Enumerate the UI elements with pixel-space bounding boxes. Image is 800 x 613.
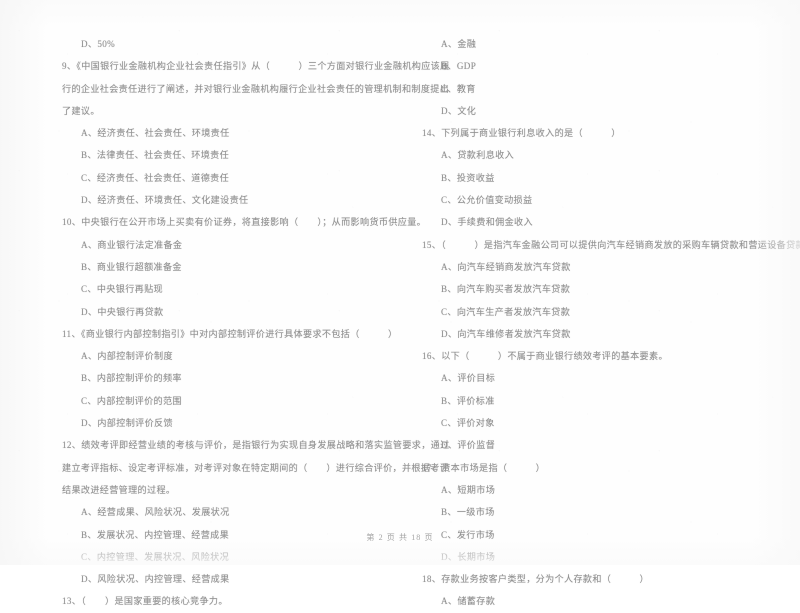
option-item[interactable]: D、手续费和佣金收入	[422, 211, 770, 233]
option-item[interactable]: C、公允价值变动损益	[422, 189, 770, 211]
carryover-option-right[interactable]: A、金融	[422, 33, 770, 55]
question-stem-line: 13、（ ）是国家重要的核心竞争力。	[62, 596, 228, 607]
question-block-14: 14、下列属于商业银行利息收入的是（ ） A、贷款利息收入 B、投资收益 C、公…	[422, 122, 770, 233]
scanned-page: D、50% 9、《中国银行业金融机构企业社会责任指引》从（ ）三个方面对银行业金…	[0, 0, 800, 606]
question-stem-line: 10、中央银行在公开市场上买卖有价证券，将直接影响（ ）；从而影响货币供应量。	[62, 217, 427, 228]
question-stem-line: 9、《中国银行业金融机构企业社会责任指引》从（ ）三个方面对银行业金融机构应该履	[62, 61, 450, 72]
question-block-13: 13、（ ）是国家重要的核心竞争力。	[62, 590, 384, 612]
question-stem-line: 结果改进经营管理的过程。	[62, 484, 176, 495]
two-column-body: D、50% 9、《中国银行业金融机构企业社会责任指引》从（ ）三个方面对银行业金…	[0, 33, 800, 613]
option-item[interactable]: B、向汽车购买者发放汽车贷款	[422, 278, 770, 300]
question-block-15: 15、（ ）是指汽车金融公司可以提供向汽车经销商发放的采购车辆贷款和营运设备贷款…	[422, 234, 800, 345]
question-block-9: 9、《中国银行业金融机构企业社会责任指引》从（ ）三个方面对银行业金融机构应该履…	[62, 55, 450, 211]
option-item[interactable]: A、短期市场	[422, 479, 770, 501]
question-block-12: 12、绩效考评即经营业绩的考核与评价，是指银行为实现自身发展战略和落实监管要求，…	[62, 434, 450, 590]
option-item[interactable]: B、评价标准	[422, 390, 770, 412]
carryover-option-right[interactable]: C、教育	[422, 78, 770, 100]
question-block-11: 11、《商业银行内部控制指引》中对内部控制评价进行具体要求不包括（ ） A、内部…	[62, 323, 398, 434]
option-item[interactable]: C、中央银行再贴现	[62, 278, 384, 300]
question-stem-line: 11、《商业银行内部控制指引》中对内部控制评价进行具体要求不包括（ ）	[62, 328, 398, 339]
option-item[interactable]: B、法律责任、社会责任、环境责任	[62, 144, 384, 166]
option-item[interactable]: D、中央银行再贷款	[62, 301, 384, 323]
question-block-16: 16、以下（ ）不属于商业银行绩效考评的基本要素。 A、评价目标 B、评价标准 …	[422, 345, 770, 456]
option-item[interactable]: A、向汽车经销商发放汽车贷款	[422, 256, 770, 278]
option-item[interactable]: D、内部控制评价反馈	[62, 412, 384, 434]
option-item[interactable]: C、内部控制评价的范围	[62, 390, 384, 412]
option-item[interactable]: A、储蓄存款	[422, 590, 770, 612]
question-stem-line: 16、以下（ ）不属于商业银行绩效考评的基本要素。	[422, 351, 668, 362]
left-column: D、50% 9、《中国银行业金融机构企业社会责任指引》从（ ）三个方面对银行业金…	[0, 33, 450, 613]
option-item[interactable]: B、一级市场	[422, 501, 770, 523]
right-column: A、金融 B、GDP C、教育 D、文化 14、下列属于商业银行利息收入的是（ …	[400, 33, 800, 613]
option-item[interactable]: A、经营成果、风险状况、发展状况	[62, 501, 384, 523]
carryover-option-left: D、50%	[81, 39, 116, 49]
option-item[interactable]: A、贷款利息收入	[422, 144, 770, 166]
option-item[interactable]: A、经济责任、社会责任、环境责任	[62, 122, 384, 144]
option-item[interactable]: A、内部控制评价制度	[62, 345, 384, 367]
question-stem-line: 行的企业社会责任进行了阐述，并对银行业金融机构履行企业社会责任的管理机制和制度提…	[62, 83, 450, 94]
question-stem-line: 12、绩效考评即经营业绩的考核与评价，是指银行为实现自身发展战略和落实监管要求，…	[62, 440, 450, 451]
option-item[interactable]: C、向汽车生产者发放汽车贷款	[422, 301, 770, 323]
option-item[interactable]: D、评价监督	[422, 434, 770, 456]
carryover-option-right[interactable]: B、GDP	[422, 55, 770, 77]
option-item[interactable]: D、向汽车维修者发放汽车贷款	[422, 323, 770, 345]
option-item[interactable]: D、经济责任、环境责任、文化建设责任	[62, 189, 384, 211]
option-item[interactable]: D、风险状况、内控管理、经营成果	[62, 568, 384, 590]
option-item[interactable]: C、评价对象	[422, 412, 770, 434]
option-item[interactable]: C、经济责任、社会责任、道德责任	[62, 167, 384, 189]
question-block-17: 17、资本市场是指（ ） A、短期市场 B、一级市场 C、发行市场 D、长期市场	[422, 457, 770, 568]
question-stem-line: 17、资本市场是指（ ）	[422, 462, 546, 473]
option-item[interactable]: B、内部控制评价的频率	[62, 367, 384, 389]
question-stem-line: 15、（ ）是指汽车金融公司可以提供向汽车经销商发放的采购车辆贷款和营运设备贷款…	[422, 239, 800, 250]
question-stem-line: 建立考评指标、设定考评标准，对考评对象在特定期间的（ ）进行综合评价，并根据考评	[62, 462, 450, 473]
option-item[interactable]: B、商业银行超额准备金	[62, 256, 384, 278]
option-item[interactable]: A、商业银行法定准备金	[62, 234, 384, 256]
option-item[interactable]: B、投资收益	[422, 167, 770, 189]
question-stem-line: 14、下列属于商业银行利息收入的是（ ）	[422, 128, 621, 139]
option-item[interactable]: A、评价目标	[422, 367, 770, 389]
question-block-18: 18、存款业务按客户类型，分为个人存款和（ ） A、储蓄存款	[422, 568, 770, 613]
question-stem-line: 了建议。	[62, 105, 100, 116]
question-block-10: 10、中央银行在公开市场上买卖有价证券，将直接影响（ ）；从而影响货币供应量。 …	[62, 211, 427, 323]
carryover-option-right[interactable]: D、文化	[422, 100, 770, 122]
question-stem-line: 18、存款业务按客户类型，分为个人存款和（ ）	[422, 574, 650, 585]
page-footer: 第 2 页 共 18 页	[366, 533, 434, 542]
